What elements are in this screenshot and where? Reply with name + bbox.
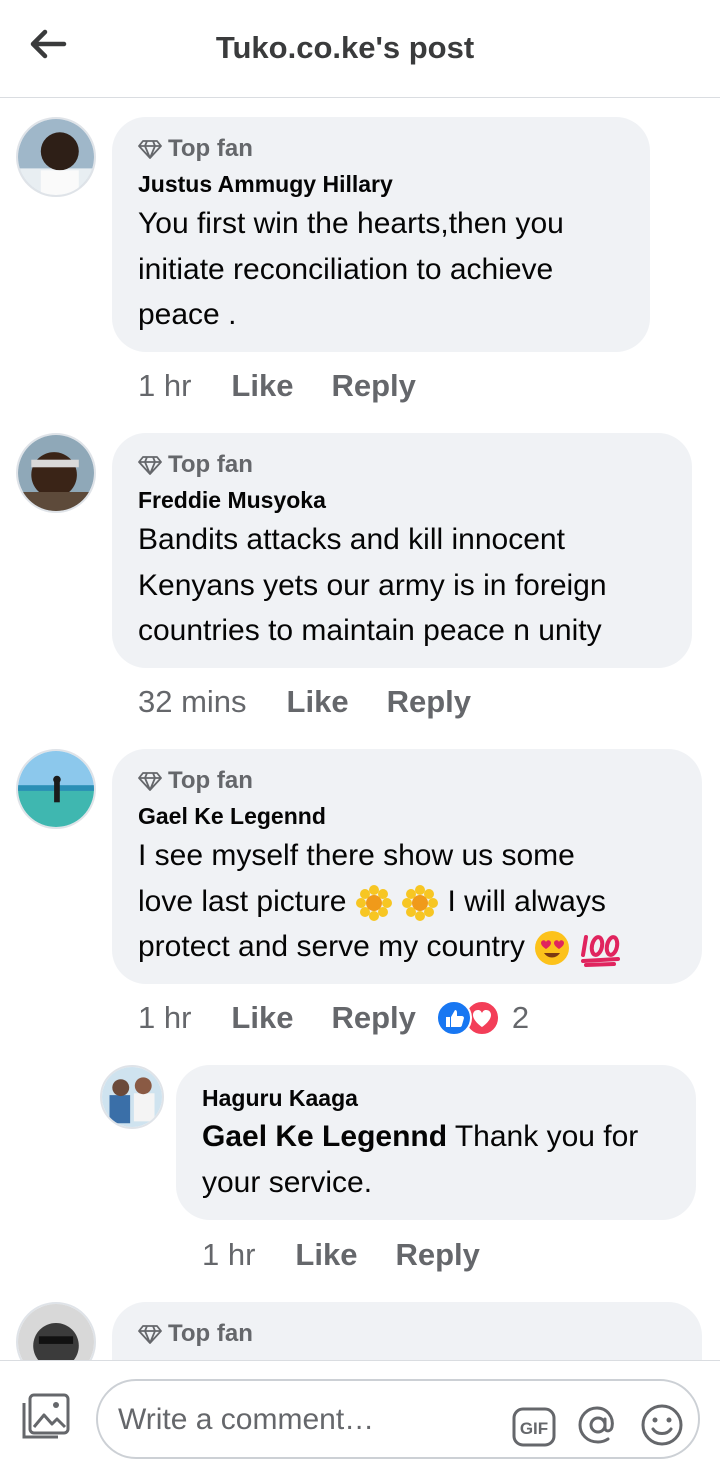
like-button[interactable]: Like — [295, 1237, 357, 1273]
top-fan-badge: Top fan — [138, 767, 253, 795]
reply-button[interactable]: Reply — [331, 368, 415, 404]
heart-eyes-emoji-icon — [535, 931, 570, 966]
reply-button[interactable]: Reply — [331, 1000, 415, 1036]
comment-line: protect and serve my country — [138, 924, 622, 970]
comment-line: initiate reconciliation to achieve — [138, 252, 554, 286]
comment-line: I see myself there show us some — [138, 839, 575, 872]
diamond-icon — [138, 1325, 162, 1344]
badge-label: Top fan — [168, 767, 253, 794]
reply-button[interactable]: Reply — [387, 684, 471, 720]
like-button[interactable]: Like — [231, 1000, 293, 1036]
comment-time[interactable]: 1 hr — [138, 1000, 191, 1036]
top-fan-badge: Top fan — [138, 451, 253, 479]
reply-text: Gael Ke Legennd Thank you for your servi… — [202, 1120, 639, 1199]
comment-author[interactable]: Freddie Musyoka — [138, 487, 326, 514]
at-sign-icon — [578, 1406, 614, 1444]
like-button[interactable]: Like — [231, 368, 293, 404]
sunflower-emoji-icon — [402, 884, 439, 921]
comment-line: peace . — [138, 298, 237, 331]
comment-input[interactable]: Write a comment… — [118, 1403, 374, 1437]
badge-label: Top fan — [168, 451, 253, 478]
comment-bubble[interactable]: Top fan Justus Ammugy Hillary You first … — [112, 117, 650, 352]
comment-actions: 32 mins Like Reply — [138, 684, 509, 720]
diamond-icon — [138, 140, 162, 159]
like-button[interactable]: Like — [287, 684, 349, 720]
reaction-count: 2 — [511, 1000, 530, 1035]
reply-actions: 1 hr Like Reply — [202, 1237, 518, 1273]
comment-actions: 1 hr Like Reply — [138, 368, 454, 404]
sunflower-emoji-icon — [355, 884, 392, 921]
mention-link[interactable]: Gael Ke Legennd — [202, 1120, 447, 1153]
reaction-summary[interactable]: 2 — [435, 1000, 530, 1036]
badge-label: Top fan — [168, 1320, 253, 1347]
comment-line: Kenyans yets our army is in foreign — [138, 568, 607, 602]
comment-line: countries to maintain peace n unity — [138, 614, 602, 647]
comment-input-box[interactable]: Write a comment… GIF — [96, 1379, 700, 1459]
reply-button[interactable]: Reply — [395, 1237, 479, 1273]
comment-author[interactable]: Justus Ammugy Hillary — [138, 171, 393, 198]
photo-icon — [22, 1393, 70, 1439]
top-fan-badge: Top fan — [138, 135, 253, 163]
comment-author[interactable]: Gael Ke Legennd — [138, 803, 326, 830]
comment-actions: 1 hr Like Reply 2 — [138, 1000, 529, 1036]
comment-time[interactable]: 32 mins — [138, 684, 247, 720]
badge-label: Top fan — [168, 135, 253, 162]
comment-text: I see myself there show us some love las… — [138, 833, 622, 970]
top-fan-badge: Top fan — [138, 1320, 253, 1348]
avatar[interactable] — [16, 117, 96, 197]
post-header: Tuko.co.ke's post — [0, 0, 720, 98]
comment-text: You first win the hearts,then you initia… — [138, 201, 564, 338]
comment-line: love last picture I will always — [138, 879, 622, 925]
comment-text: Bandits attacks and kill innocent Kenyan… — [138, 517, 607, 654]
comment-line: You first win the hearts,then you — [138, 207, 564, 240]
emoji-button[interactable] — [640, 1403, 684, 1447]
comment-time[interactable]: 1 hr — [202, 1237, 255, 1273]
reply-author[interactable]: Haguru Kaaga — [202, 1085, 358, 1112]
avatar[interactable] — [100, 1065, 164, 1129]
like-reaction-icon — [435, 1000, 472, 1036]
diamond-icon — [138, 456, 162, 475]
smiley-icon — [641, 1404, 683, 1446]
avatar[interactable] — [16, 749, 96, 829]
photo-button[interactable] — [20, 1393, 72, 1441]
avatar[interactable] — [16, 433, 96, 513]
gif-button[interactable]: GIF — [512, 1405, 556, 1449]
reply-bubble[interactable]: Haguru Kaaga Gael Ke Legennd Thank you f… — [176, 1065, 696, 1220]
page-title: Tuko.co.ke's post — [215, 30, 475, 65]
comment-time[interactable]: 1 hr — [138, 368, 191, 404]
comment-composer: Write a comment… GIF — [0, 1360, 720, 1459]
comment-bubble[interactable]: Top fan Gael Ke Legennd I see myself the… — [112, 749, 702, 984]
mention-button[interactable] — [576, 1403, 620, 1447]
comment-line: Bandits attacks and kill innocent — [138, 523, 565, 556]
comment-bubble[interactable]: Top fan Freddie Musyoka Bandits attacks … — [112, 433, 692, 668]
gif-icon: GIF — [512, 1407, 556, 1447]
svg-text:GIF: GIF — [520, 1419, 548, 1438]
hundred-points-emoji-icon — [580, 935, 620, 968]
diamond-icon — [138, 772, 162, 791]
